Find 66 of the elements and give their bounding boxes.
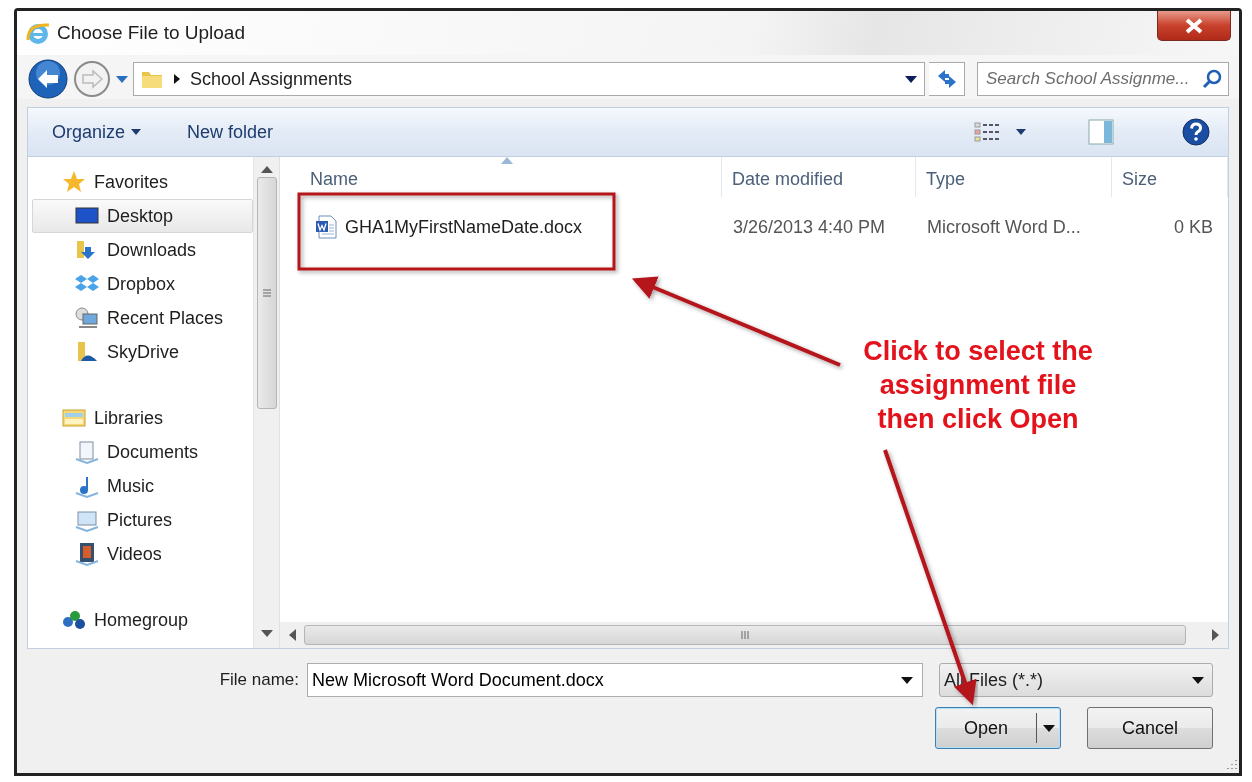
recent-places-icon [75, 306, 99, 330]
close-icon [1185, 17, 1203, 34]
search-icon[interactable] [1202, 69, 1222, 89]
scroll-right-icon[interactable] [1212, 629, 1220, 641]
star-icon [62, 170, 86, 194]
file-row[interactable]: GHA1MyFirstNameDate.docx 3/26/2013 4:40 PM Microsoft Word D... 0 KB [280, 209, 1228, 245]
sidebar-group[interactable]: Favorites [32, 165, 253, 199]
library-icon [62, 406, 86, 430]
sidebar-group[interactable]: Libraries [32, 401, 253, 435]
scroll-up-icon[interactable] [260, 165, 273, 173]
close-button[interactable] [1157, 11, 1231, 41]
sidebar-item[interactable]: Desktop [32, 199, 253, 233]
sidebar-group[interactable]: Homegroup [32, 603, 253, 637]
sidebar-item[interactable]: Downloads [32, 233, 253, 267]
caret-icon[interactable] [1016, 129, 1026, 135]
document-icon [75, 440, 99, 464]
scrollbar[interactable] [280, 622, 1228, 648]
grip-icon [261, 288, 272, 298]
callout-text: Click to select the assignment file then click Open [862, 335, 1094, 436]
column-header[interactable]: Name [280, 157, 722, 197]
path-segment[interactable]: School Assignments [190, 65, 353, 93]
breadcrumb-arrow-icon [172, 73, 182, 85]
dropdown-caret-icon[interactable] [901, 677, 913, 684]
caret-icon [131, 129, 142, 135]
sidebar-item[interactable]: Documents [32, 435, 253, 469]
resize-grip-icon[interactable] [1225, 759, 1237, 771]
view-options-icon[interactable] [974, 121, 1000, 143]
dropdown-caret-icon [1192, 676, 1204, 684]
sidebar-item[interactable]: Dropbox [32, 267, 253, 301]
music-note-icon [75, 474, 99, 498]
scroll-down-icon[interactable] [260, 630, 273, 638]
toolbar-button[interactable]: New folder [187, 118, 274, 146]
cancel-button[interactable]: Cancel [1087, 707, 1213, 749]
window-title: Choose File to Upload [57, 20, 245, 45]
open-button[interactable]: Open [935, 707, 1061, 749]
field-label: File name: [219, 669, 299, 692]
dropdown-caret-icon[interactable] [904, 74, 918, 84]
column-header[interactable]: Type [916, 157, 1112, 197]
organize-menu[interactable]: Organize [52, 118, 142, 146]
search-field[interactable]: Search School Assignme... [977, 62, 1229, 96]
picture-icon [75, 508, 99, 532]
file-date: 3/26/2013 4:40 PM [732, 215, 887, 239]
help-icon[interactable] [1182, 118, 1210, 146]
grip-icon [740, 630, 750, 640]
sidebar-item[interactable]: Pictures [32, 503, 253, 537]
address-field[interactable]: School Assignments [133, 62, 925, 96]
cloud-folder-icon [75, 340, 99, 364]
film-icon [75, 542, 99, 566]
sidebar-item[interactable]: SkyDrive [32, 335, 253, 369]
back-icon[interactable] [27, 58, 69, 100]
word-document-icon [315, 215, 337, 239]
column-header[interactable]: Date modified [722, 157, 916, 197]
browser-logo-icon [25, 20, 51, 46]
refresh-button[interactable] [929, 62, 965, 96]
sidebar-item[interactable]: Music [32, 469, 253, 503]
file-type: Microsoft Word D... [926, 215, 1082, 239]
file-name-field[interactable]: New Microsoft Word Document.docx [307, 663, 923, 697]
file-name[interactable]: GHA1MyFirstNameDate.docx [345, 213, 583, 241]
scrollbar[interactable] [253, 157, 279, 648]
sidebar-item[interactable]: Recent Places [32, 301, 253, 335]
sidebar-item[interactable]: Videos [32, 537, 253, 571]
network-icon [62, 608, 86, 632]
file-size: 0 KB [1172, 215, 1214, 239]
scroll-left-icon[interactable] [288, 629, 296, 641]
column-header[interactable]: Size [1112, 157, 1228, 197]
caret-icon [1042, 724, 1055, 732]
